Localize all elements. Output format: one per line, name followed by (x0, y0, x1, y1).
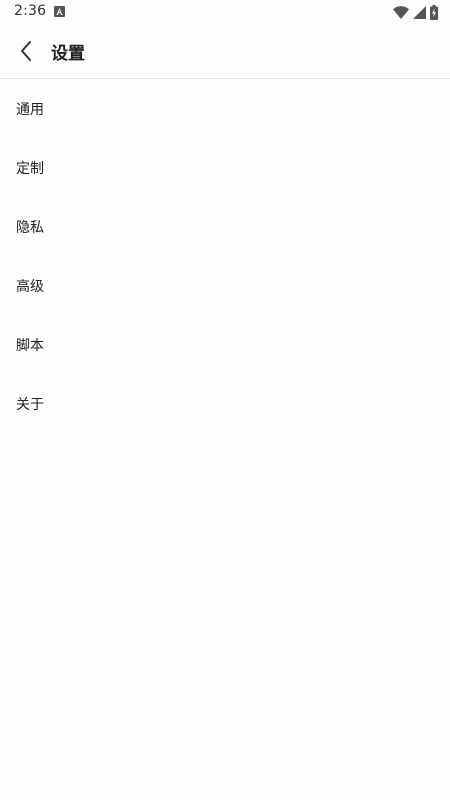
settings-item-label: 定制 (16, 160, 44, 177)
settings-item-label: 隐私 (16, 219, 44, 236)
back-button[interactable] (8, 33, 44, 69)
settings-item-advanced[interactable]: 高级 (0, 256, 450, 315)
settings-item-label: 脚本 (16, 337, 44, 354)
notification-a-icon (54, 6, 65, 17)
chevron-left-icon (19, 40, 33, 62)
settings-item-customize[interactable]: 定制 (0, 138, 450, 197)
toolbar: 设置 (0, 24, 450, 79)
status-bar: 2:36 (0, 0, 450, 24)
settings-screen: 2:36 设置 通用 定制 隐私 高级 脚本 关于 (0, 0, 450, 800)
status-time: 2:36 (14, 3, 47, 19)
settings-item-label: 高级 (16, 278, 44, 295)
battery-charging-icon (430, 4, 438, 20)
settings-item-label: 关于 (16, 396, 44, 413)
settings-item-about[interactable]: 关于 (0, 374, 450, 433)
settings-list: 通用 定制 隐私 高级 脚本 关于 (0, 79, 450, 433)
status-icons (393, 4, 438, 20)
settings-item-general[interactable]: 通用 (0, 79, 450, 138)
wifi-icon (393, 5, 409, 19)
settings-item-label: 通用 (16, 101, 44, 118)
page-title: 设置 (51, 44, 85, 64)
signal-icon (413, 5, 426, 19)
settings-item-privacy[interactable]: 隐私 (0, 197, 450, 256)
settings-item-scripts[interactable]: 脚本 (0, 315, 450, 374)
